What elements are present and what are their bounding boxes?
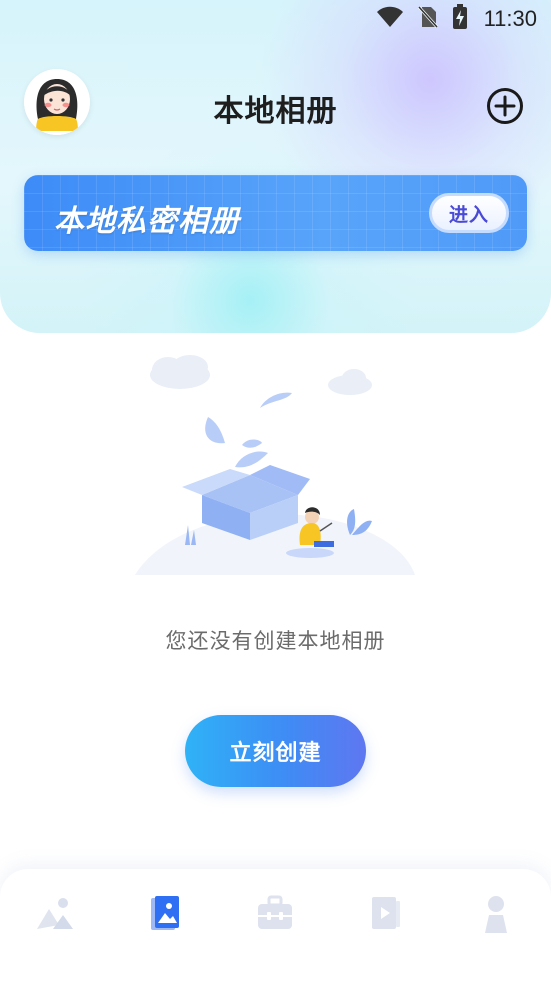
album-icon [151,896,180,930]
profile-icon [484,896,507,933]
battery-charging-icon [452,4,468,34]
toolbox-icon [258,895,293,929]
nav-item-video[interactable] [341,895,431,975]
nav-item-profile[interactable] [451,895,541,975]
status-time: 11:30 [483,6,537,31]
banner-title: 本地私密相册 [54,204,240,239]
page-title: 本地相册 [213,94,338,129]
add-circle-icon [487,88,523,124]
enter-button[interactable]: 进入 [429,193,509,233]
nav-item-toolbox[interactable] [230,895,320,975]
empty-box-illustration [130,345,420,605]
empty-message: 您还没有创建本地相册 [165,629,386,653]
private-album-banner[interactable]: 本地私密相册 进入 [24,175,527,251]
photos-icon [37,898,74,929]
bottom-nav [0,869,551,981]
wifi-icon [376,6,404,32]
header-background [0,0,551,333]
create-now-button[interactable]: 立刻创建 [185,715,366,787]
status-bar: 11:30 [0,0,551,38]
nav-item-album[interactable] [120,895,210,975]
video-icon [371,897,400,929]
no-sim-icon [417,5,438,33]
nav-item-photos[interactable] [10,895,100,975]
add-album-button[interactable] [486,87,524,125]
